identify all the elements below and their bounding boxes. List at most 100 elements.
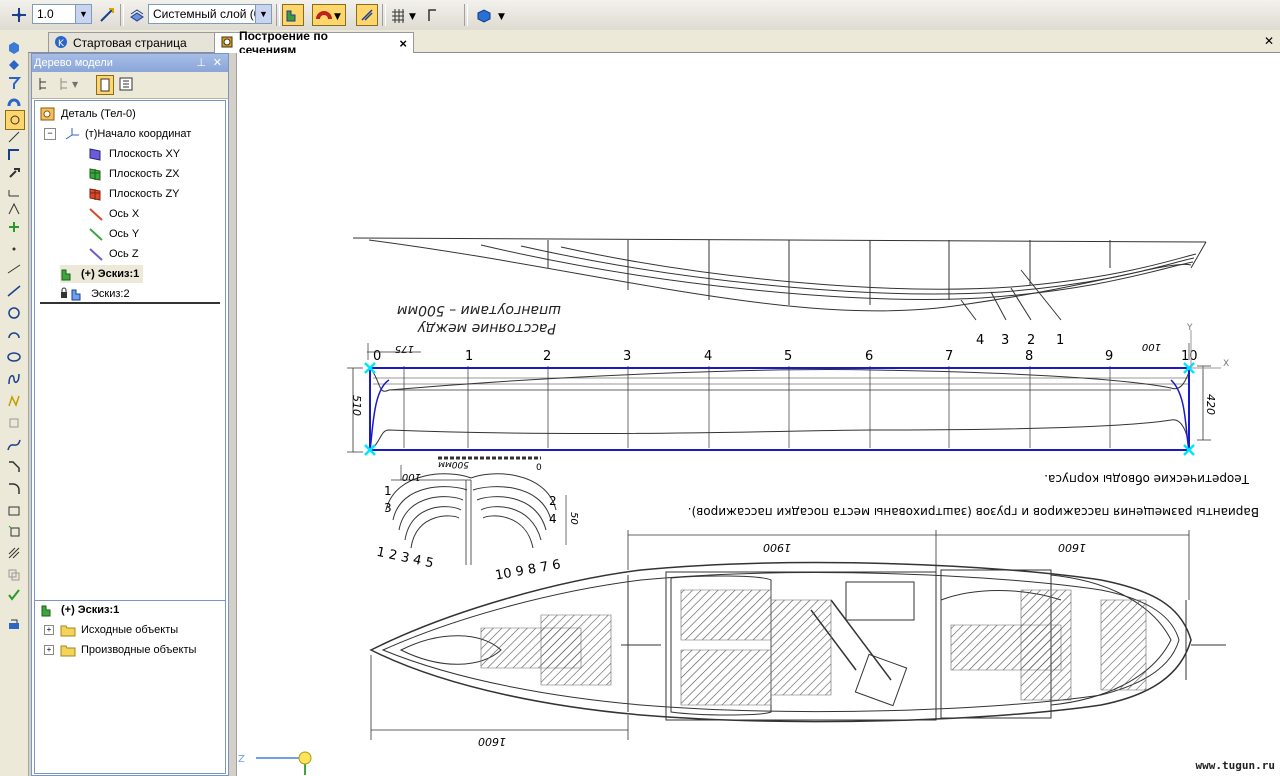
line-icon[interactable] [5, 282, 23, 300]
spacing-note-line-2: шпангоутами – 500мм [397, 302, 561, 318]
tree-view-icon[interactable] [96, 75, 114, 95]
tree-item-label: Исходные объекты [81, 624, 179, 636]
tree-item-label: Ось Y [109, 228, 140, 240]
tree-item-origin[interactable]: − (т)Начало координат [44, 125, 191, 143]
tab-section-loft[interactable]: Построение по сечениям × [214, 29, 414, 57]
parametric-mode-icon[interactable] [356, 4, 378, 26]
sketch-rectangle[interactable] [369, 367, 1190, 451]
spline-icon[interactable] [5, 370, 23, 388]
section-level-4: 4 [549, 512, 557, 526]
tree-item-axis-x[interactable]: Ось X [88, 205, 139, 223]
section-left-labels: 1 2 3 4 5 [375, 545, 435, 572]
lower-tree-title: (+) Эскиз:1 [40, 601, 119, 619]
tree-item-sketch-1[interactable]: (+) Эскиз:1 [60, 265, 144, 283]
segment-icon[interactable] [5, 260, 23, 278]
snap-settings-icon[interactable] [96, 4, 118, 26]
passenger-seat-hatching [480, 589, 1147, 706]
polyline-icon[interactable] [5, 392, 23, 410]
scale-value: 1.0 [37, 7, 54, 21]
tree-item-plane-zy[interactable]: Плоскость ZY [88, 185, 180, 203]
close-icon[interactable]: × [399, 36, 407, 51]
axis-x-label: X [1223, 359, 1229, 369]
layers-icon[interactable] [126, 4, 148, 26]
hatch-icon[interactable] [5, 544, 23, 562]
pin-icon[interactable]: ⊥ [196, 54, 206, 72]
layer-combo[interactable]: Системный слой (0) ▼ [148, 4, 272, 24]
sketch-icon [60, 267, 76, 281]
waterline-label-4: 4 [976, 333, 984, 348]
offset-icon[interactable] [5, 414, 23, 432]
chamfer-icon[interactable] [5, 458, 23, 476]
expand-toggle[interactable]: + [44, 645, 54, 655]
tree-item-source-objects[interactable]: + Исходные объекты [44, 621, 178, 639]
tree-item-plane-zx[interactable]: Плоскость ZX [88, 165, 180, 183]
grid-icon[interactable]: ▼ [388, 4, 420, 26]
sketch-mode-icon[interactable] [282, 4, 304, 26]
station-label: 8 [1025, 349, 1033, 364]
hammer-icon[interactable] [5, 164, 23, 182]
tree-item-sketch-2[interactable]: Эскиз:2 [60, 285, 130, 303]
arc-icon[interactable] [5, 326, 23, 344]
layer-value: Системный слой (0) [153, 7, 265, 21]
tree-item-derived-objects[interactable]: + Производные объекты [44, 641, 196, 659]
extrude-icon[interactable] [5, 38, 23, 56]
ortho-icon[interactable] [424, 4, 456, 26]
close-document-icon[interactable]: ✕ [1264, 34, 1274, 48]
tree-toolbar: ▼ [32, 72, 228, 99]
tree-item-label: Плоскость XY [109, 148, 181, 160]
measure-icon[interactable] [5, 182, 23, 200]
section-dim-50: 50 [568, 512, 579, 525]
rectangle-icon[interactable] [5, 502, 23, 520]
point-constraint-icon[interactable] [5, 218, 23, 236]
tree-item-axis-z[interactable]: Ось Z [88, 245, 139, 263]
tree-item-label: Ось X [109, 208, 140, 220]
grid-snap-icon[interactable] [8, 4, 30, 26]
model-tree-panel: Дерево модели ⊥ ✕ ▼ Деталь (Тел-0) − (т)… [31, 53, 229, 776]
sketch-icon [70, 287, 86, 301]
waterline-label-2: 2 [1027, 333, 1035, 348]
panel-title: Дерево модели [34, 57, 113, 69]
tree-item-label: Эскиз:2 [91, 288, 130, 300]
station-label: 7 [945, 349, 953, 364]
graphics-canvas[interactable]: 4 3 2 1 Расстояние между шпангоутами – 5… [236, 53, 1280, 776]
tree-list-icon[interactable] [118, 76, 134, 95]
spacing-note-line-1: Расстояние между [417, 320, 556, 336]
print-icon[interactable] [5, 616, 23, 634]
circle-icon[interactable] [5, 304, 23, 322]
chevron-down-icon[interactable]: ▼ [75, 5, 91, 23]
tree-item-part[interactable]: Деталь (Тел-0) [40, 105, 136, 123]
svg-text:▼: ▼ [409, 12, 416, 22]
axis-y-icon [88, 227, 104, 241]
tree-item-axis-y[interactable]: Ось Y [88, 225, 139, 243]
tree-item-plane-xy[interactable]: Плоскость XY [88, 145, 180, 163]
tab-start-page[interactable]: K Стартовая страница [48, 32, 220, 52]
scale-combo[interactable]: 1.0 ▼ [32, 4, 92, 24]
bezier-icon[interactable] [5, 436, 23, 454]
chevron-down-icon[interactable]: ▼ [255, 5, 271, 23]
view-orientation-icon[interactable]: ▼ [472, 4, 512, 26]
rotate-icon[interactable] [5, 56, 23, 74]
ellipse-icon[interactable] [5, 348, 23, 366]
project-icon[interactable] [5, 522, 23, 540]
loft-icon[interactable] [5, 92, 23, 110]
close-icon[interactable]: ✕ [213, 54, 222, 72]
angle-icon[interactable] [5, 200, 23, 218]
tree-item-label: Ось Z [109, 248, 139, 260]
expand-toggle[interactable]: + [44, 625, 54, 635]
point-icon[interactable] [5, 240, 23, 258]
sketch-tool-icon[interactable] [5, 110, 25, 130]
fillet-icon[interactable] [5, 480, 23, 498]
check-icon[interactable] [5, 586, 23, 604]
cut-icon[interactable] [5, 128, 23, 146]
kompas-logo-icon: K [54, 35, 68, 52]
collapse-toggle[interactable]: − [44, 128, 56, 140]
copy-icon[interactable] [5, 566, 23, 584]
lower-tree-title-label: (+) Эскиз:1 [61, 604, 120, 616]
magnet-snap-icon[interactable]: ▼ [312, 4, 346, 26]
svg-text:▼: ▼ [498, 12, 505, 22]
dimension-icon[interactable] [5, 146, 23, 164]
tree-structure-icon[interactable] [36, 76, 52, 95]
tree-order-icon[interactable]: ▼ [58, 76, 80, 95]
waterline-label-3: 3 [1001, 333, 1009, 348]
kinematic-icon[interactable] [5, 74, 23, 92]
